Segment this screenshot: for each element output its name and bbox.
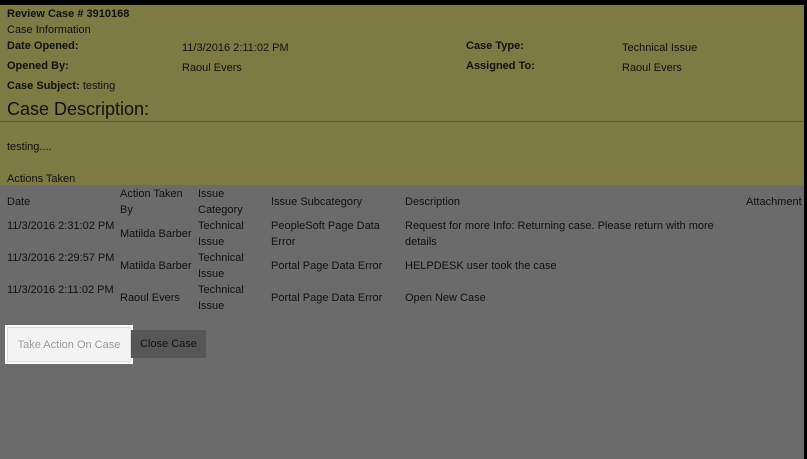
row-issue-category: Technical Issue <box>198 252 244 280</box>
date-opened-value: 11/3/2016 2:11:02 PM <box>182 42 289 54</box>
case-subject-value: testing <box>82 80 116 92</box>
row-issue-category: Technical Issue <box>198 284 244 312</box>
date-opened-label: Date Opened: <box>7 40 79 52</box>
column-header-action-taken-by: Action Taken By <box>120 188 183 216</box>
row-issue-subcategory: Portal Page Data Error <box>271 260 383 272</box>
column-header-issue-category: Issue Category <box>198 188 243 216</box>
assigned-to-label: Assigned To: <box>466 60 535 72</box>
column-header-attachment: Attachment <box>746 196 802 208</box>
case-type-label: Case Type: <box>466 40 524 52</box>
column-header-date: Date <box>7 196 31 208</box>
case-review-panel: Review Case # 3910168 Case Information D… <box>0 5 807 459</box>
take-action-on-case-button[interactable]: Take Action On Case <box>7 327 131 362</box>
row-date: 11/3/2016 2:11:02 PM <box>7 284 114 296</box>
column-header-issue-subcategory: Issue Subcategory <box>271 196 363 208</box>
row-action-by: Matilda Barber <box>120 228 192 240</box>
row-action-by: Matilda Barber <box>120 260 192 272</box>
case-description-text: testing.... <box>7 141 52 153</box>
row-description: HELPDESK user took the case <box>405 260 557 272</box>
row-issue-category: Technical Issue <box>198 220 244 248</box>
actions-taken-heading: Actions Taken <box>7 173 76 185</box>
row-date: 11/3/2016 2:29:57 PM <box>7 252 115 264</box>
opened-by-value: Raoul Evers <box>182 62 242 74</box>
divider <box>0 121 804 122</box>
row-date: 11/3/2016 2:31:02 PM <box>7 220 115 232</box>
row-action-by: Raoul Evers <box>120 292 180 304</box>
case-information-section: Review Case # 3910168 Case Information D… <box>0 5 807 185</box>
review-case-title: Review Case # 3910168 <box>7 8 130 20</box>
case-subject-label: Case Subject: <box>7 80 80 92</box>
case-description-heading: Case Description: <box>7 99 150 119</box>
case-type-value: Technical Issue <box>622 42 698 54</box>
row-description: Request for more Info: Returning case. P… <box>405 220 714 248</box>
case-information-heading: Case Information <box>7 24 91 36</box>
row-issue-subcategory: Portal Page Data Error <box>271 292 383 304</box>
row-issue-subcategory: PeopleSoft Page Data Error <box>271 220 380 248</box>
close-case-button[interactable]: Close Case <box>131 330 206 358</box>
row-description: Open New Case <box>405 292 486 304</box>
opened-by-label: Opened By: <box>7 60 69 72</box>
assigned-to-value: Raoul Evers <box>622 62 682 74</box>
column-header-description: Description <box>405 196 461 208</box>
case-subject: Case Subject: testing <box>7 79 115 93</box>
